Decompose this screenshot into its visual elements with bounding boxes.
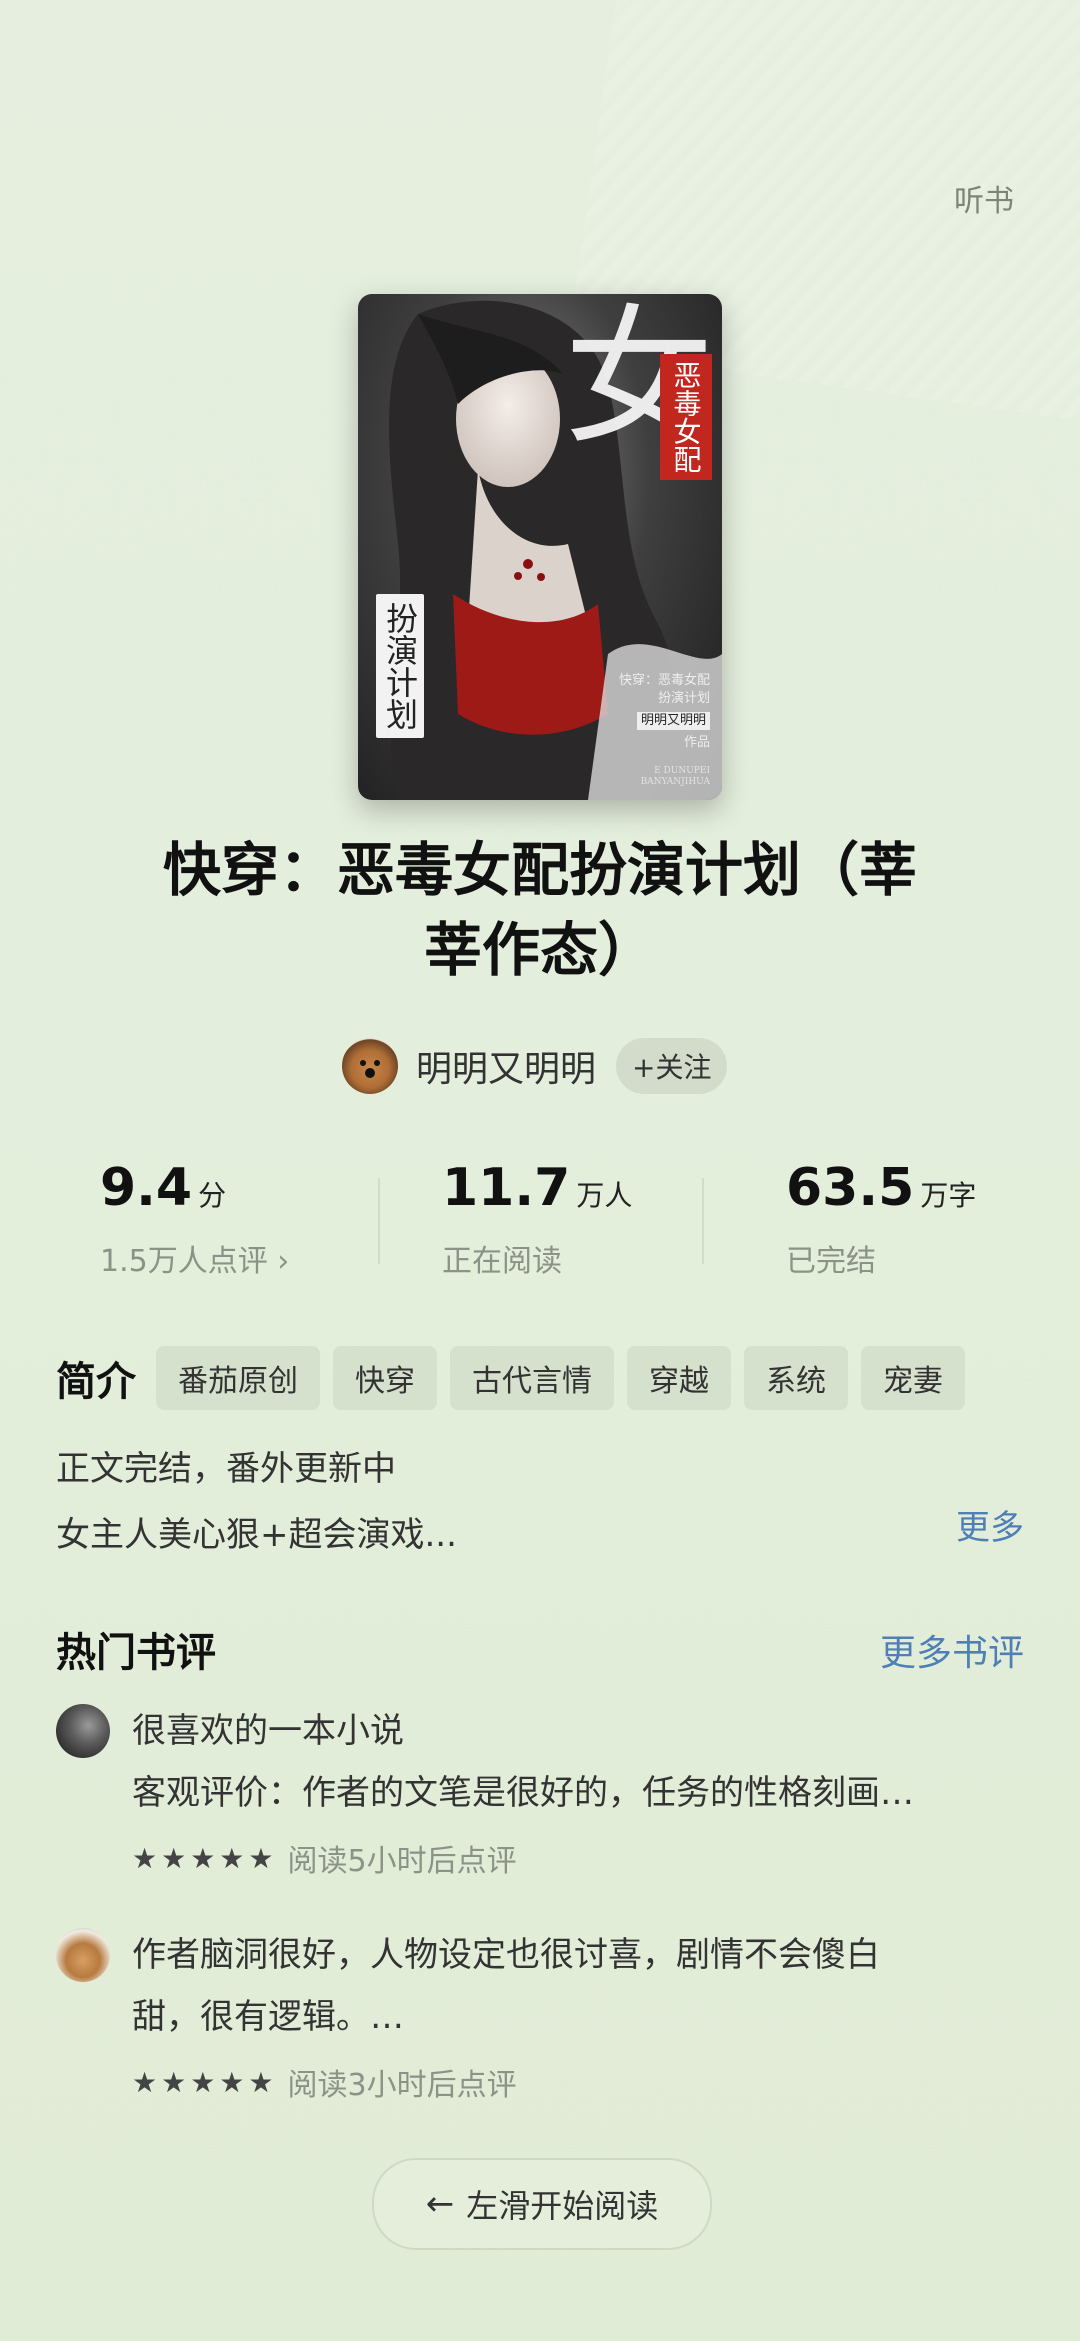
cover-small-suffix: 作品: [683, 735, 710, 750]
review-text: 作者脑洞很好，人物设定也很讨喜，剧情不会傻白 甜，很有逻辑。…: [132, 1924, 1032, 2048]
author-avatar[interactable]: [342, 1038, 398, 1094]
book-title-line2: 莘作态）: [423, 916, 656, 984]
arrow-left-icon: ←: [425, 2184, 455, 2224]
author-row: 明明又明明 +关注: [342, 1038, 728, 1094]
stat-rating[interactable]: 9.4 分 1.5万人点评 ›: [100, 1158, 289, 1280]
book-title: 快穿：恶毒女配扮演计划（莘 莘作态）: [100, 830, 980, 990]
stat-words-unit: 万字: [920, 1179, 977, 1212]
start-reading-label: 左滑开始阅读: [466, 2187, 659, 2225]
review-text: 很喜欢的一本小说 客观评价：作者的文笔是很好的，任务的性格刻画…: [132, 1700, 1032, 1824]
cover-small-line1: 快穿：恶毒女配: [618, 673, 710, 688]
review-meta: ★★★★★ 阅读5小时后点评: [132, 1836, 517, 1880]
review-meta: ★★★★★ 阅读3小时后点评: [132, 2060, 517, 2104]
stat-words: 63.5 万字 已完结: [786, 1158, 976, 1280]
star-rating-icon: ★★★★★: [132, 1841, 278, 1875]
intro-line1: 正文完结，番外更新中: [56, 1449, 396, 1489]
tag[interactable]: 穿越: [627, 1346, 731, 1410]
stat-rating-label: 1.5万人点评 ›: [100, 1244, 290, 1279]
review-line: 客观评价：作者的文笔是很好的，任务的性格刻画…: [132, 1773, 914, 1813]
intro-tags-row: 简介 番茄原创 快穿 古代言情 穿越 系统 宠妻: [56, 1346, 978, 1410]
tag[interactable]: 系统: [744, 1346, 848, 1410]
book-stats: 9.4 分 1.5万人点评 › 11.7 万人 正在阅读 63.5 万字 已完结: [0, 1158, 1080, 1288]
start-reading-button[interactable]: ← 左滑开始阅读: [372, 2158, 712, 2250]
tag[interactable]: 古代言情: [450, 1346, 614, 1410]
cover-small-credits: 快穿：恶毒女配 扮演计划 明明又明明 作品 E DUNUPEI BANYANJI…: [619, 672, 710, 788]
review-meta-text: 阅读3小时后点评: [287, 2068, 517, 2103]
review-line: 甜，很有逻辑。…: [132, 1997, 404, 2037]
listen-button[interactable]: 听书: [954, 176, 1014, 220]
intro-more-link[interactable]: 更多: [956, 1502, 1024, 1554]
book-title-line1: 快穿：恶毒女配扮演计划（莘: [162, 836, 917, 904]
stat-rating-value: 9.4: [100, 1158, 193, 1218]
book-cover[interactable]: 女 恶毒女配 扮演计划 快穿：恶毒女配 扮演计划 明明又明明 作品 E DUNU…: [358, 294, 722, 800]
review-meta-text: 阅读5小时后点评: [287, 1844, 517, 1879]
cover-small-author: 明明又明明: [636, 712, 710, 730]
reviewer-avatar[interactable]: [56, 1928, 110, 1982]
intro-label: 简介: [56, 1359, 136, 1405]
stat-words-label: 已完结: [786, 1244, 876, 1279]
review-line: 作者脑洞很好，人物设定也很讨喜，剧情不会傻白: [132, 1935, 880, 1975]
stat-rating-unit: 分: [198, 1179, 227, 1212]
stat-readers: 11.7 万人 正在阅读: [442, 1158, 632, 1280]
intro-line2: 女主人美心狠+超会演戏...: [56, 1515, 457, 1555]
more-reviews-link[interactable]: 更多书评: [880, 1624, 1024, 1676]
author-name[interactable]: 明明又明明: [416, 1040, 596, 1092]
review-line: 很喜欢的一本小说: [132, 1711, 404, 1751]
cover-stamp: 恶毒女配: [660, 354, 712, 480]
tag[interactable]: 快穿: [333, 1346, 437, 1410]
stat-readers-label: 正在阅读: [442, 1244, 562, 1279]
stat-readers-unit: 万人: [576, 1179, 633, 1212]
stat-words-value: 63.5: [786, 1158, 915, 1218]
intro-text[interactable]: 正文完结，番外更新中 女主人美心狠+超会演戏...: [56, 1436, 457, 1568]
reviewer-avatar[interactable]: [56, 1704, 110, 1758]
cover-small-line2: 扮演计划: [657, 691, 710, 706]
cover-left-text: 扮演计划: [376, 594, 424, 738]
follow-button[interactable]: +关注: [616, 1038, 728, 1094]
tag[interactable]: 宠妻: [861, 1346, 965, 1410]
stat-divider: [702, 1178, 704, 1264]
tag[interactable]: 番茄原创: [156, 1346, 320, 1410]
star-rating-icon: ★★★★★: [132, 2065, 278, 2099]
cover-small-foot1: E DUNUPEI: [654, 766, 710, 776]
stat-readers-value: 11.7: [442, 1158, 571, 1218]
reviews-heading: 热门书评: [56, 1630, 216, 1676]
cover-small-foot2: BANYANJIHUA: [640, 777, 710, 787]
stat-divider: [378, 1178, 380, 1264]
